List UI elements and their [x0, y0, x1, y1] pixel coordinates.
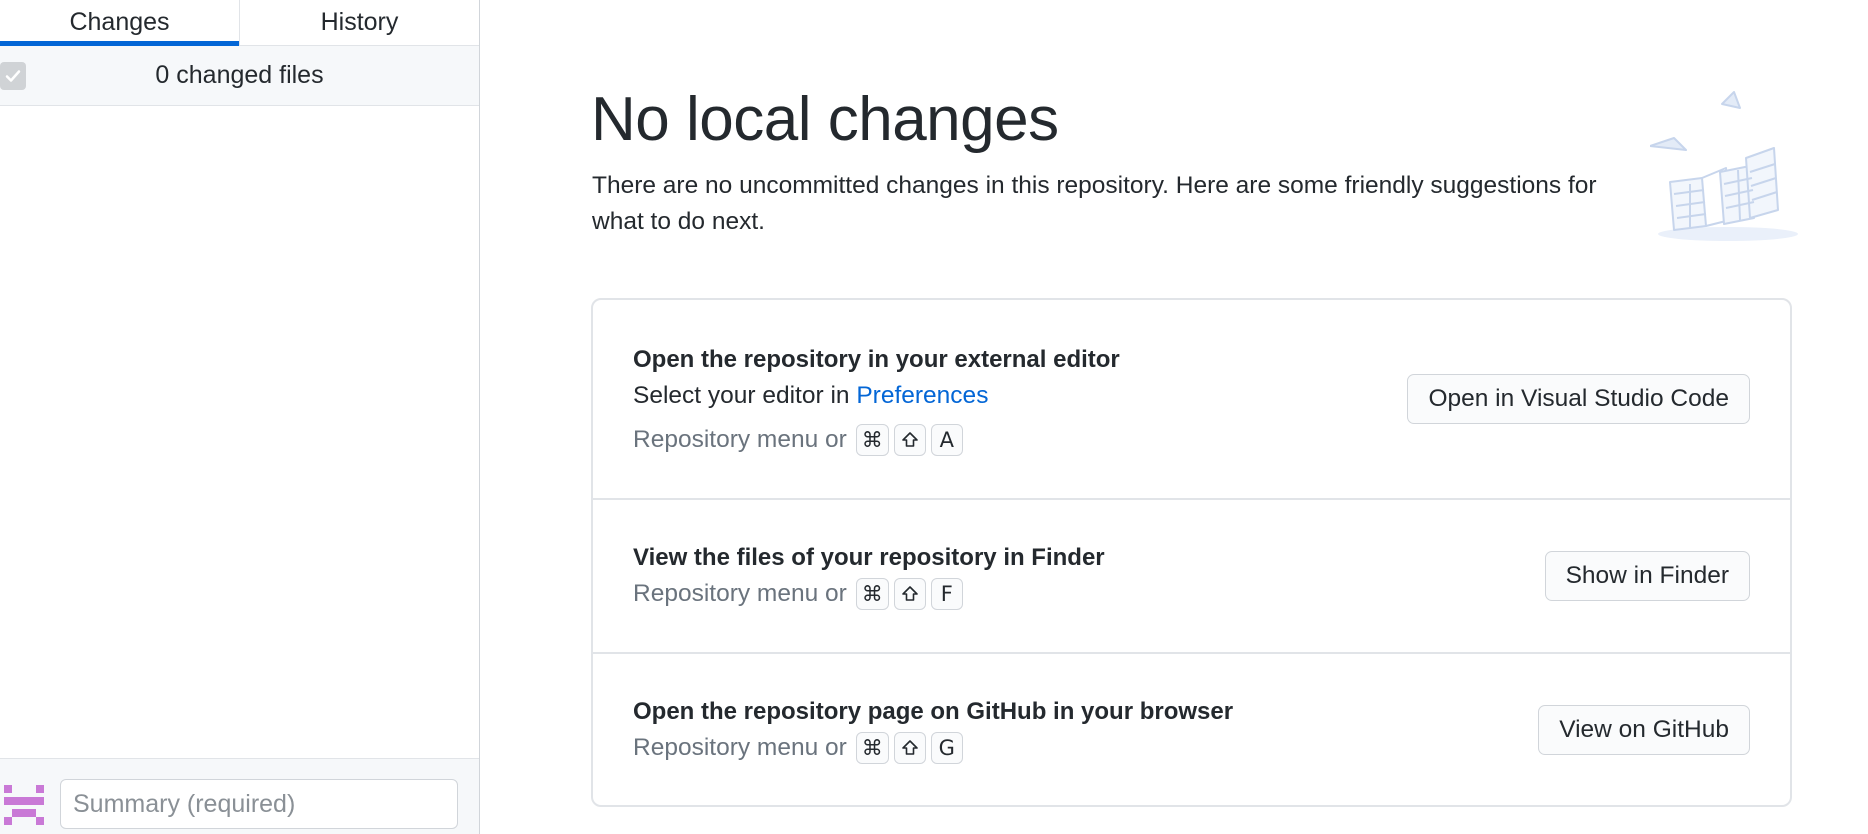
suggestion-description: Select your editor in Preferences	[633, 382, 988, 410]
suggestion-show-in-finder: View the files of your repository in Fin…	[593, 500, 1790, 654]
select-all-checkbox[interactable]	[0, 62, 26, 90]
suggestion-title: Open the repository in your external edi…	[633, 346, 1120, 373]
suggestion-open-editor: Open the repository in your external edi…	[593, 300, 1790, 500]
shift-key	[893, 578, 926, 610]
changes-sidebar: Changes History 0 changed files	[0, 0, 480, 834]
keyboard-shortcut: Repository menu or ⌘ F	[633, 578, 963, 610]
command-key: ⌘	[855, 578, 889, 610]
suggestion-view-on-github: Open the repository page on GitHub in yo…	[593, 654, 1790, 805]
preferences-link[interactable]: Preferences	[856, 382, 988, 409]
shift-key	[893, 732, 926, 764]
letter-key: A	[930, 424, 963, 456]
empty-state-illustration	[1650, 91, 1798, 241]
keyboard-shortcut: Repository menu or ⌘ A	[633, 424, 963, 456]
shortcut-prefix: Repository menu or	[633, 734, 847, 761]
tab-history[interactable]: History	[239, 0, 479, 45]
suggestion-title: Open the repository page on GitHub in yo…	[633, 698, 1234, 725]
open-in-editor-button[interactable]: Open in Visual Studio Code	[1407, 374, 1750, 424]
description-text: Select your editor in	[633, 382, 857, 409]
view-on-github-button[interactable]: View on GitHub	[1538, 705, 1750, 755]
checkmark-icon	[5, 70, 21, 82]
sidebar-tabs: Changes History	[0, 0, 479, 46]
command-key: ⌘	[855, 424, 889, 456]
command-key: ⌘	[855, 732, 889, 764]
shift-icon	[901, 586, 918, 601]
shift-icon	[901, 432, 918, 447]
commit-message-area	[0, 758, 479, 834]
shortcut-prefix: Repository menu or	[633, 426, 847, 453]
shift-icon	[901, 740, 918, 755]
suggestion-title: View the files of your repository in Fin…	[633, 544, 1105, 571]
shift-key	[893, 424, 926, 456]
shortcut-prefix: Repository menu or	[633, 580, 847, 607]
avatar[interactable]	[0, 781, 48, 829]
letter-key: G	[930, 732, 963, 764]
suggestions-list: Open the repository in your external edi…	[591, 298, 1792, 807]
letter-key: F	[930, 578, 963, 610]
main-panel: No local changes There are no uncommitte…	[481, 0, 1868, 834]
keyboard-shortcut: Repository menu or ⌘ G	[633, 732, 963, 764]
show-in-finder-button[interactable]: Show in Finder	[1544, 551, 1750, 601]
changed-files-header: 0 changed files	[0, 46, 479, 106]
page-subtitle: There are no uncommitted changes in this…	[592, 172, 1597, 235]
changed-files-count: 0 changed files	[155, 61, 324, 89]
page-title: No local changes	[591, 85, 1059, 154]
summary-input[interactable]	[60, 779, 458, 829]
tab-changes[interactable]: Changes	[0, 0, 239, 46]
